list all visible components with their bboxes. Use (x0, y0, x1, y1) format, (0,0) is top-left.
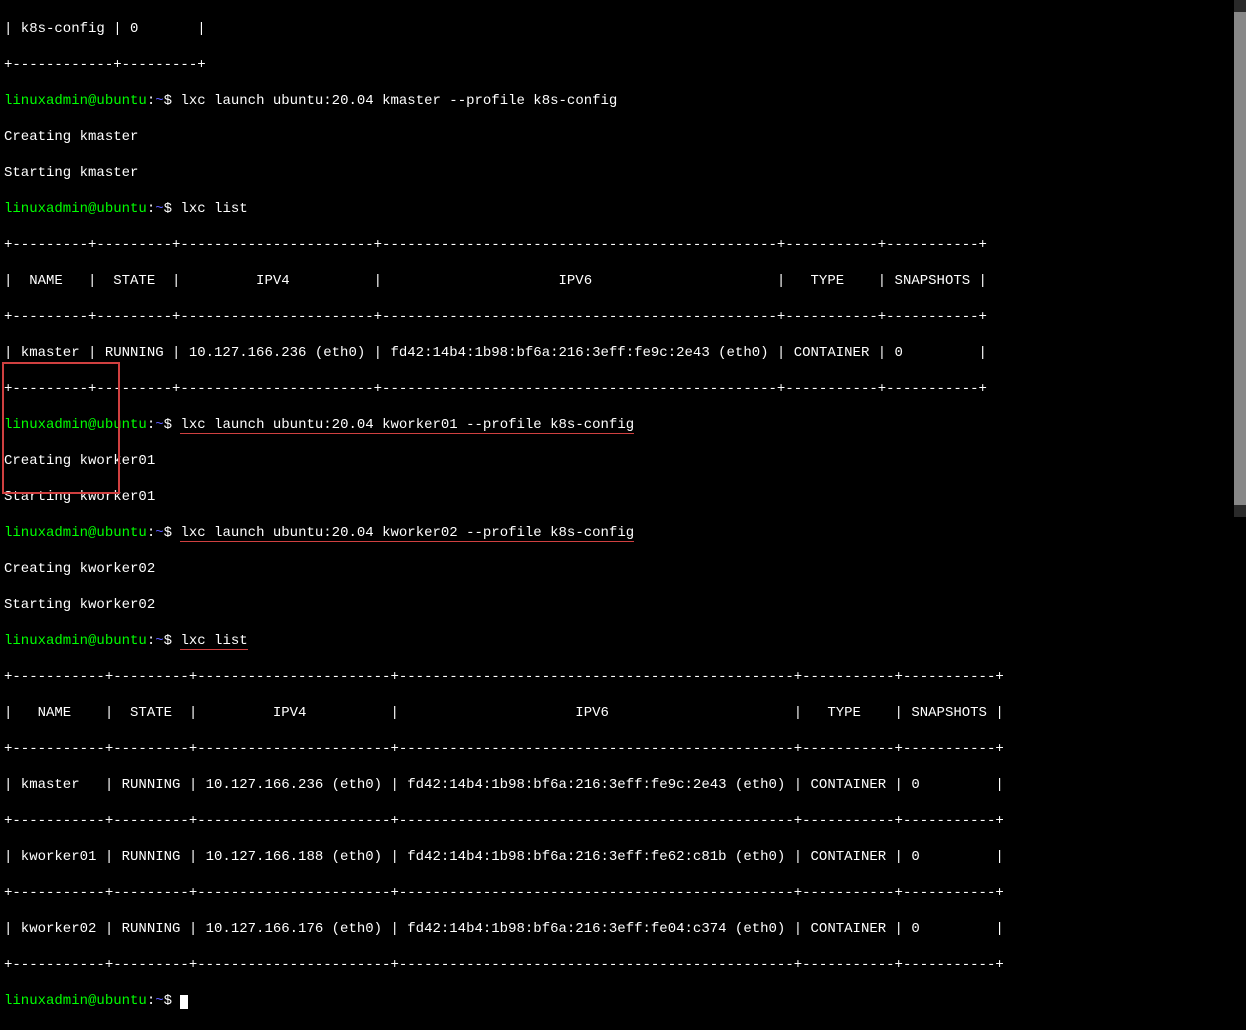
command-highlighted: lxc launch ubuntu:20.04 kworker01 --prof… (180, 417, 634, 434)
table-sep: +-----------+---------+-----------------… (4, 884, 1242, 902)
output-line: Starting kworker01 (4, 488, 1242, 506)
table-row: | kworker01 | RUNNING | 10.127.166.188 (… (4, 848, 1242, 866)
output-line: Starting kworker02 (4, 596, 1242, 614)
terminal-output[interactable]: | k8s-config | 0 | +------------+-------… (0, 0, 1246, 1030)
output-line: Creating kmaster (4, 128, 1242, 146)
output-line: Creating kworker01 (4, 452, 1242, 470)
table-header: | NAME | STATE | IPV4 | IPV6 | TYPE | SN… (4, 704, 1242, 722)
output-line: Starting kmaster (4, 164, 1242, 182)
table-sep: +---------+---------+-------------------… (4, 380, 1242, 398)
prompt-line: linuxadmin@ubuntu:~$ lxc list (4, 632, 1242, 650)
prompt-line: linuxadmin@ubuntu:~$ (4, 992, 1242, 1010)
prompt-path: ~ (155, 93, 163, 109)
table-sep: +-----------+---------+-----------------… (4, 668, 1242, 686)
command-highlighted: lxc launch ubuntu:20.04 kworker02 --prof… (180, 525, 634, 542)
prompt-line: linuxadmin@ubuntu:~$ lxc launch ubuntu:2… (4, 416, 1242, 434)
output-line: +------------+---------+ (4, 56, 1242, 74)
prompt-user: linuxadmin@ubuntu (4, 201, 147, 217)
prompt-user: linuxadmin@ubuntu (4, 93, 147, 109)
table-sep: +-----------+---------+-----------------… (4, 812, 1242, 830)
prompt-line: linuxadmin@ubuntu:~$ lxc launch ubuntu:2… (4, 524, 1242, 542)
prompt-user: linuxadmin@ubuntu (4, 633, 147, 649)
prompt-line: linuxadmin@ubuntu:~$ lxc list (4, 200, 1242, 218)
table-row: | kmaster | RUNNING | 10.127.166.236 (et… (4, 344, 1242, 362)
command: lxc launch ubuntu:20.04 kmaster --profil… (180, 93, 617, 109)
cursor (180, 995, 188, 1009)
command: lxc list (180, 201, 247, 217)
prompt-path: ~ (155, 525, 163, 541)
prompt-path: ~ (155, 201, 163, 217)
table-header: | NAME | STATE | IPV4 | IPV6 | TYPE | SN… (4, 272, 1242, 290)
prompt-user: linuxadmin@ubuntu (4, 993, 147, 1009)
command-highlighted: lxc list (180, 633, 247, 650)
table-row: | kmaster | RUNNING | 10.127.166.236 (et… (4, 776, 1242, 794)
prompt-path: ~ (155, 633, 163, 649)
prompt-path: ~ (155, 993, 163, 1009)
prompt-line: linuxadmin@ubuntu:~$ lxc launch ubuntu:2… (4, 92, 1242, 110)
table-sep: +---------+---------+-------------------… (4, 236, 1242, 254)
output-line: | k8s-config | 0 | (4, 20, 1242, 38)
table-sep: +-----------+---------+-----------------… (4, 956, 1242, 974)
prompt-user: linuxadmin@ubuntu (4, 525, 147, 541)
scrollbar-thumb[interactable] (1234, 12, 1246, 505)
prompt-user: linuxadmin@ubuntu (4, 417, 147, 433)
scrollbar-track[interactable] (1234, 0, 1246, 517)
table-row: | kworker02 | RUNNING | 10.127.166.176 (… (4, 920, 1242, 938)
table-sep: +---------+---------+-------------------… (4, 308, 1242, 326)
output-line: Creating kworker02 (4, 560, 1242, 578)
table-sep: +-----------+---------+-----------------… (4, 740, 1242, 758)
prompt-path: ~ (155, 417, 163, 433)
